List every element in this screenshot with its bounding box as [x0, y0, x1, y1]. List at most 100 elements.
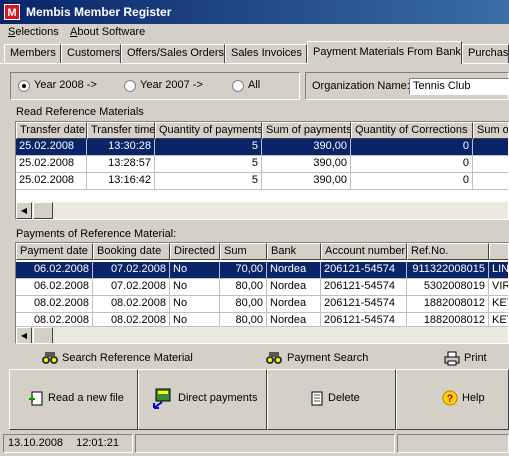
radio-year-2007-label[interactable]: Year 2007 ->: [140, 79, 203, 91]
table-cell[interactable]: 13:16:42: [87, 173, 155, 190]
scroll-left-icon[interactable]: ◀: [16, 202, 32, 219]
table-cell[interactable]: 07.02.2008: [93, 262, 170, 279]
organization-name-field[interactable]: Tennis Club: [409, 78, 509, 95]
table-cell[interactable]: 5: [155, 173, 262, 190]
reference-hscrollbar[interactable]: ◀: [16, 202, 508, 219]
table-cell[interactable]: 80,00: [220, 279, 267, 296]
table-cell[interactable]: 0: [351, 139, 473, 156]
table-cell[interactable]: No: [170, 296, 220, 313]
ref-col-transfer-date[interactable]: Transfer date: [16, 122, 87, 139]
table-cell[interactable]: 07.02.2008: [93, 279, 170, 296]
table-row[interactable]: 06.02.2008: [16, 279, 93, 296]
table-row[interactable]: 25.02.2008: [16, 156, 87, 173]
ref-col-quantity-corrections[interactable]: Quantity of Corrections: [351, 122, 473, 139]
delete-label: Delete: [328, 392, 360, 404]
tab-members[interactable]: Members: [4, 44, 61, 63]
table-cell[interactable]: 13:30:28: [87, 139, 155, 156]
delete-document-icon: [311, 391, 323, 406]
table-cell[interactable]: 5302008019: [407, 279, 489, 296]
table-cell[interactable]: 80,00: [220, 296, 267, 313]
ref-col-quantity-payments[interactable]: Quantity of payments: [155, 122, 262, 139]
table-cell[interactable]: Nordea: [267, 296, 321, 313]
table-cell[interactable]: [473, 156, 508, 173]
table-row[interactable]: 25.02.2008: [16, 173, 87, 190]
table-cell[interactable]: 911322008015: [407, 262, 489, 279]
tab-payment-materials[interactable]: Payment Materials From Bank: [307, 41, 462, 64]
delete-button[interactable]: Delete: [267, 369, 396, 430]
table-cell[interactable]: [473, 139, 508, 156]
table-cell[interactable]: 390,00: [262, 173, 351, 190]
table-cell[interactable]: 80,00: [220, 313, 267, 327]
menu-selections[interactable]: Selections: [8, 26, 59, 38]
menu-about-software[interactable]: About Software: [70, 26, 145, 38]
radio-year-2008[interactable]: [18, 80, 30, 92]
window-title: Membis Member Register: [26, 5, 172, 19]
ref-col-sum-payments[interactable]: Sum of payments: [262, 122, 351, 139]
table-cell[interactable]: 390,00: [262, 139, 351, 156]
table-cell[interactable]: No: [170, 313, 220, 327]
svg-text:?: ?: [447, 393, 454, 405]
radio-all-label[interactable]: All: [248, 79, 260, 91]
table-row[interactable]: 08.02.2008: [16, 296, 93, 313]
table-row[interactable]: 06.02.2008: [16, 262, 93, 279]
table-cell[interactable]: 08.02.2008: [93, 296, 170, 313]
pay-col-sum[interactable]: Sum: [220, 243, 267, 260]
read-new-file-button[interactable]: Read a new file: [9, 369, 138, 430]
pay-col-account-number[interactable]: Account number: [321, 243, 407, 260]
pay-col-ref-no[interactable]: Ref.No.: [407, 243, 489, 260]
pay-col-directed[interactable]: Directed: [170, 243, 220, 260]
payments-grid: Payment date Booking date Directed Sum B…: [15, 242, 509, 344]
table-row[interactable]: 25.02.2008: [16, 139, 87, 156]
table-cell[interactable]: No: [170, 262, 220, 279]
scroll-left-icon[interactable]: ◀: [16, 327, 32, 343]
pay-col-booking-date[interactable]: Booking date: [93, 243, 170, 260]
table-row[interactable]: 08.02.2008: [16, 313, 93, 327]
ref-col-transfer-time[interactable]: Transfer time: [87, 122, 155, 139]
table-cell[interactable]: VIR: [489, 279, 508, 296]
table-cell[interactable]: No: [170, 279, 220, 296]
table-cell[interactable]: 1882008012: [407, 296, 489, 313]
table-cell[interactable]: Nordea: [267, 313, 321, 327]
status-panel-2: [135, 434, 395, 453]
table-cell[interactable]: [473, 173, 508, 190]
scroll-thumb[interactable]: [33, 202, 53, 219]
table-cell[interactable]: 5: [155, 139, 262, 156]
table-cell[interactable]: KET: [489, 313, 508, 327]
title-bar: M Membis Member Register: [0, 0, 509, 24]
table-cell[interactable]: 206121-54574: [321, 296, 407, 313]
table-cell[interactable]: LIN: [489, 262, 508, 279]
table-cell[interactable]: KET: [489, 296, 508, 313]
table-cell[interactable]: 70,00: [220, 262, 267, 279]
table-cell[interactable]: 390,00: [262, 156, 351, 173]
ref-col-sum-corrections[interactable]: Sum o: [473, 122, 508, 139]
scroll-thumb[interactable]: [33, 327, 53, 343]
radio-year-2007[interactable]: [124, 80, 136, 92]
pay-col-extra[interactable]: [489, 243, 508, 260]
payments-section-label: Payments of Reference Material:: [16, 228, 177, 240]
table-cell[interactable]: Nordea: [267, 279, 321, 296]
table-cell[interactable]: 5: [155, 156, 262, 173]
table-cell[interactable]: 206121-54574: [321, 262, 407, 279]
tab-purchase[interactable]: Purchase: [462, 44, 509, 63]
pay-col-payment-date[interactable]: Payment date: [16, 243, 93, 260]
help-button[interactable]: ? Help: [396, 369, 509, 430]
tab-sales-invoices[interactable]: Sales Invoices: [225, 44, 307, 63]
organization-label: Organization Name:: [312, 80, 410, 92]
tab-customers[interactable]: Customers: [61, 44, 121, 63]
radio-year-2008-label[interactable]: Year 2008 ->: [34, 79, 97, 91]
tab-offers-sales-orders[interactable]: Offers/Sales Orders: [121, 44, 225, 63]
print-label: Print: [464, 352, 487, 364]
table-cell[interactable]: 0: [351, 156, 473, 173]
table-cell[interactable]: Nordea: [267, 262, 321, 279]
radio-all[interactable]: [232, 80, 244, 92]
status-datetime: 13.10.2008 12:01:21: [3, 434, 133, 453]
pay-col-bank[interactable]: Bank: [267, 243, 321, 260]
payments-hscrollbar[interactable]: ◀: [16, 327, 508, 343]
table-cell[interactable]: 13:28:57: [87, 156, 155, 173]
table-cell[interactable]: 1882008012: [407, 313, 489, 327]
table-cell[interactable]: 08.02.2008: [93, 313, 170, 327]
table-cell[interactable]: 206121-54574: [321, 313, 407, 327]
table-cell[interactable]: 0: [351, 173, 473, 190]
direct-payments-button[interactable]: Direct payments: [138, 369, 267, 430]
table-cell[interactable]: 206121-54574: [321, 279, 407, 296]
